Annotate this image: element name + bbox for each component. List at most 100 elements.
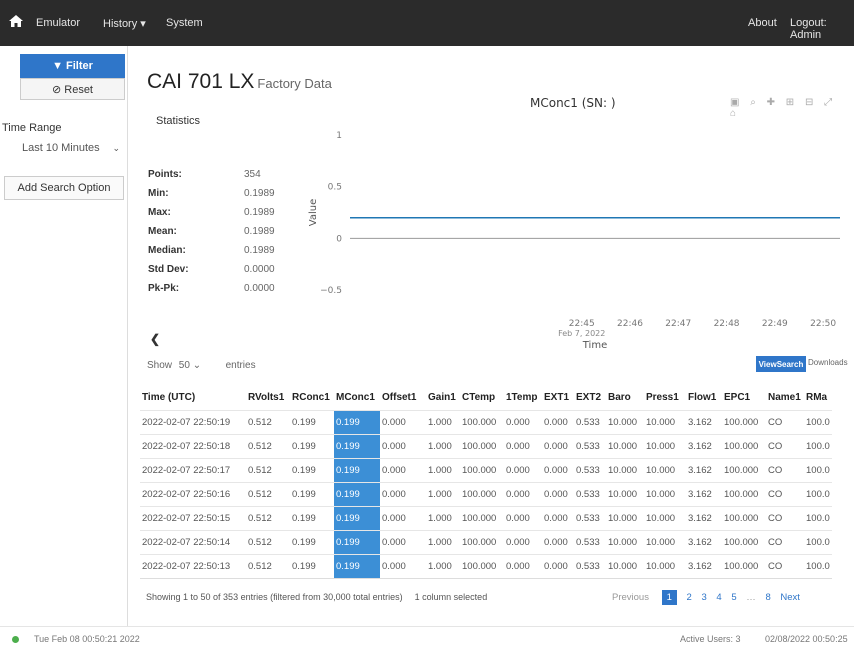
table-cell: CO [766,457,804,482]
table-cell: 100.000 [722,409,766,434]
table-row[interactable]: 2022-02-07 22:50:16 0.512 0.199 0.199 0.000 1… [140,481,832,506]
table-row[interactable]: 2022-02-07 22:50:14 0.512 0.199 0.199 0.000 1… [140,529,832,554]
page-button[interactable]: 1 [661,590,677,605]
zoom-out-icon[interactable]: ⊟ [805,97,813,108]
table-cell: 0.000 [542,433,574,458]
table-cell: 0.000 [380,457,426,482]
table-cell: CO [766,505,804,530]
camera-icon[interactable]: ▣ [730,97,739,108]
column-header[interactable]: MConc1 [334,386,380,410]
chart-modebar: ▣ ⌕ ✚ ⊞ ⊟ ⤢ ⌂ [730,97,854,119]
chart-title: MConc1 (SN: ) [530,96,616,110]
chevron-left-icon[interactable]: ❮ [150,332,160,346]
page-button[interactable]: 3 [701,592,706,603]
downloads-button[interactable]: Downloads [808,358,848,367]
table-cell: 0.512 [246,553,290,579]
reset-button[interactable]: ⊘ Reset [20,78,125,100]
previous-page-button[interactable]: Previous [612,592,649,603]
table-cell: 0.199 [290,505,334,530]
zoom-icon[interactable]: ⌕ [750,97,756,108]
column-header[interactable]: RConc1 [290,386,334,410]
column-header[interactable]: Gain1 [426,386,460,410]
column-header[interactable]: 1Temp [504,386,542,410]
y-tick-label: 0.5 [328,183,342,193]
zoom-in-icon[interactable]: ⊞ [786,97,794,108]
table-row[interactable]: 2022-02-07 22:50:19 0.512 0.199 0.199 0.000 1… [140,409,832,434]
y-tick-label: −0.5 [320,286,342,296]
table-cell: 3.162 [686,481,722,506]
pagination-ellipsis: … [746,592,756,603]
table-cell: 0.000 [504,457,542,482]
table-cell: 100.000 [722,457,766,482]
pan-icon[interactable]: ✚ [767,97,775,108]
time-range-select[interactable]: Last 10 Minutes ⌄ [4,138,124,160]
next-page-button[interactable]: Next [780,592,800,603]
autoscale-icon[interactable]: ⤢ [824,97,832,108]
reset-axes-icon[interactable]: ⌂ [730,108,736,119]
stat-value: 0.0000 [244,264,275,275]
column-header[interactable]: EXT1 [542,386,574,410]
table-cell: 0.199 [290,553,334,579]
stat-row: Min: 0.1989 [148,188,288,206]
table-cell: 3.162 [686,409,722,434]
add-search-option-button[interactable]: Add Search Option [4,176,124,200]
table-cell: 100.000 [460,409,504,434]
column-header[interactable]: Flow1 [686,386,722,410]
table-cell: 0.000 [504,529,542,554]
column-header[interactable]: CTemp [460,386,504,410]
page-title: CAI 701 LX Factory Data [147,70,332,94]
table-cell: 10.000 [606,529,644,554]
home-icon[interactable] [8,13,24,29]
nav-about[interactable]: About [748,17,777,29]
time-range-label: Time Range [2,122,62,134]
column-header[interactable]: RMa [804,386,832,410]
statistics-panel: Statistics Points: 354 Min: 0.1989 Max: 0.1… [136,107,296,294]
table-cell: 100.000 [722,481,766,506]
entries-select[interactable]: 50 ⌄ [179,360,219,371]
column-header[interactable]: Press1 [644,386,686,410]
nav-history-dropdown[interactable]: History ▾ [103,17,146,30]
table-row[interactable]: 2022-02-07 22:50:18 0.512 0.199 0.199 0.000 1… [140,433,832,458]
table-cell: 0.533 [574,481,606,506]
filter-button[interactable]: ▼ Filter [20,54,125,78]
nav-logout[interactable]: Logout: Admin [790,17,854,41]
page-subtitle: Factory Data [257,76,332,91]
pagination: Previous 1 2 3 4 5 … 8 Next [612,590,807,605]
table-cell: 1.000 [426,457,460,482]
stat-value: 0.0000 [244,283,275,294]
table-row[interactable]: 2022-02-07 22:50:13 0.512 0.199 0.199 0.000 1… [140,553,832,579]
column-header[interactable]: RVolts1 [246,386,290,410]
table-cell: 0.199 [290,409,334,434]
nav-emulator[interactable]: Emulator [36,17,80,29]
page-button[interactable]: 8 [765,592,770,603]
table-cell: 0.000 [504,505,542,530]
table-cell: 0.533 [574,529,606,554]
chart-plot[interactable]: 1 0.5 0 −0.5 22:45 22:46 22:47 22:48 22:49 22:50 F… [300,120,854,360]
stat-value: 0.1989 [244,207,275,218]
table-row[interactable]: 2022-02-07 22:50:17 0.512 0.199 0.199 0.000 1… [140,457,832,482]
viewsearch-button[interactable]: ViewSearch [756,356,806,372]
entries-select-value: 50 [178,360,190,371]
stat-row: Points: 354 [148,169,288,187]
device-title: CAI 701 LX [147,70,255,93]
table-cell: 1.000 [426,529,460,554]
footer-server-time: 02/08/2022 00:50:25 [765,634,848,644]
page-button[interactable]: 2 [687,592,692,603]
table-cell: 0.199 [334,553,380,579]
nav-system[interactable]: System [166,17,203,29]
column-header[interactable]: Offset1 [380,386,426,410]
table-cell: 100.000 [722,505,766,530]
table-row[interactable]: 2022-02-07 22:50:15 0.512 0.199 0.199 0.000 1… [140,505,832,530]
column-header[interactable]: Time (UTC) [140,386,246,410]
column-header[interactable]: Name1 [766,386,804,410]
page-button[interactable]: 5 [731,592,736,603]
page-button[interactable]: 4 [716,592,721,603]
table-cell: 0.000 [380,433,426,458]
column-header[interactable]: EXT2 [574,386,606,410]
column-header[interactable]: EPC1 [722,386,766,410]
stat-row: Mean: 0.1989 [148,226,288,244]
table-cell: 10.000 [644,457,686,482]
top-navbar: Emulator History ▾ System About Logout: … [0,0,854,46]
column-header[interactable]: Baro [606,386,644,410]
table-cell: 10.000 [606,433,644,458]
